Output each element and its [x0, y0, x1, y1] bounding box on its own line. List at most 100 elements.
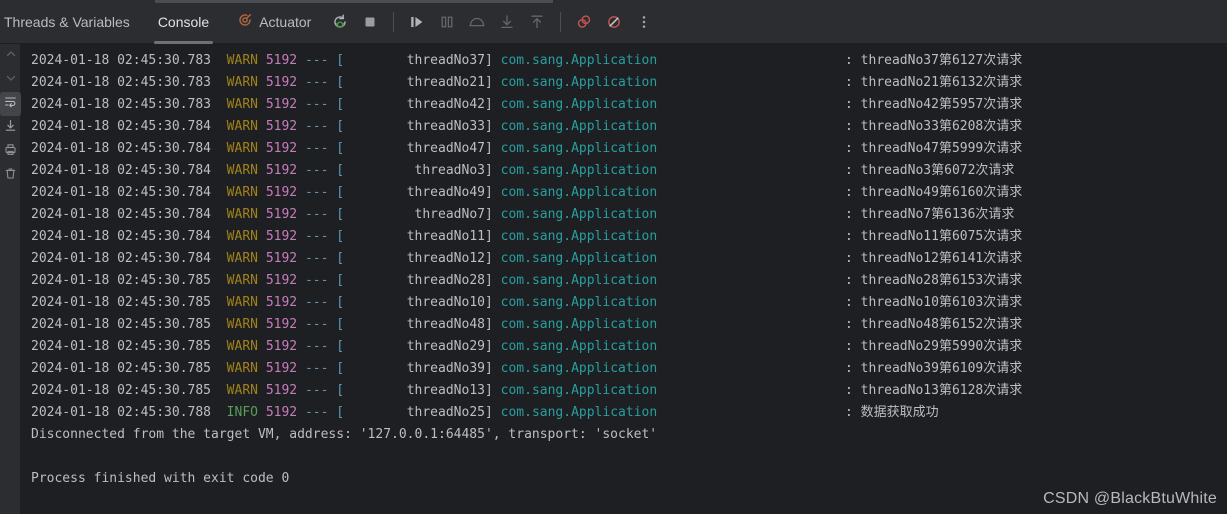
- rerun-with-debug-icon: [331, 13, 349, 31]
- console-log-line: 2024-01-18 02:45:30.784 WARN 5192 --- [ …: [31, 185, 1023, 200]
- log-message: threadNo33第6208次请求: [860, 119, 1023, 134]
- console-log-line: 2024-01-18 02:45:30.785 WARN 5192 --- [ …: [31, 339, 1023, 354]
- rerun-button[interactable]: [327, 9, 353, 35]
- log-thread: threadNo10]: [344, 295, 493, 310]
- log-level: WARN: [226, 141, 258, 156]
- log-level: WARN: [226, 295, 258, 310]
- gutter-scroll-to-end[interactable]: [0, 116, 21, 140]
- chevron-down-icon: [5, 71, 17, 89]
- scroll-to-end-icon: [4, 119, 17, 137]
- gutter-scroll-up[interactable]: [0, 44, 21, 68]
- log-timestamp: 2024-01-18 02:45:30.785: [31, 339, 212, 354]
- log-separator: ---: [304, 97, 329, 112]
- log-thread: threadNo49]: [344, 185, 493, 200]
- log-logger: com.sang.Application: [500, 141, 846, 156]
- console-log-line: 2024-01-18 02:45:30.784 WARN 5192 --- [ …: [31, 207, 1015, 222]
- log-level: WARN: [226, 229, 258, 244]
- gutter-print[interactable]: [0, 140, 21, 164]
- log-thread: threadNo11]: [344, 229, 493, 244]
- log-timestamp: 2024-01-18 02:45:30.785: [31, 317, 212, 332]
- log-thread: threadNo28]: [344, 273, 493, 288]
- log-message: threadNo37第6127次请求: [860, 53, 1023, 68]
- mute-breakpoints-icon: [605, 13, 623, 31]
- console-output-panel[interactable]: 2024-01-18 02:45:30.783 WARN 5192 --- [ …: [21, 44, 1227, 514]
- log-pid: 5192: [265, 361, 298, 376]
- log-message: threadNo29第5990次请求: [860, 339, 1023, 354]
- log-message: threadNo47第5999次请求: [860, 141, 1023, 156]
- log-thread: threadNo7]: [344, 207, 493, 222]
- stop-button[interactable]: [357, 9, 383, 35]
- log-thread: threadNo39]: [344, 361, 493, 376]
- console-log-line: 2024-01-18 02:45:30.783 WARN 5192 --- [ …: [31, 97, 1023, 112]
- log-message: threadNo28第6153次请求: [860, 273, 1023, 288]
- step-out-button[interactable]: [524, 9, 550, 35]
- gutter-soft-wrap[interactable]: [0, 92, 21, 116]
- view-breakpoints-button[interactable]: [571, 9, 597, 35]
- log-message: threadNo42第5957次请求: [860, 97, 1023, 112]
- mute-breakpoints-button[interactable]: [601, 9, 627, 35]
- debug-tool-window: Threads & Variables Console Actuator 202…: [0, 0, 1227, 514]
- step-over-button[interactable]: [464, 9, 490, 35]
- resume-program-button[interactable]: [404, 9, 430, 35]
- log-level: WARN: [226, 97, 258, 112]
- log-separator: ---: [304, 361, 329, 376]
- log-pid: 5192: [265, 163, 298, 178]
- tab-label: Actuator: [259, 13, 312, 30]
- log-level: WARN: [226, 251, 258, 266]
- log-level: WARN: [226, 339, 258, 354]
- step-out-icon: [528, 13, 546, 31]
- step-into-button[interactable]: [494, 9, 520, 35]
- log-message: threadNo12第6141次请求: [860, 251, 1023, 266]
- log-separator: ---: [304, 383, 329, 398]
- log-logger: com.sang.Application: [500, 53, 846, 68]
- log-level: WARN: [226, 383, 258, 398]
- more-options-button[interactable]: [631, 9, 657, 35]
- log-pid: 5192: [265, 141, 298, 156]
- tab-label: Console: [157, 13, 210, 30]
- step-over-icon: [467, 13, 487, 31]
- tab-console[interactable]: Console: [144, 0, 223, 44]
- log-timestamp: 2024-01-18 02:45:30.785: [31, 295, 212, 310]
- log-pid: 5192: [265, 251, 298, 266]
- tab-label: Threads & Variables: [4, 13, 130, 30]
- log-separator: ---: [304, 251, 329, 266]
- gutter-scroll-down[interactable]: [0, 68, 21, 92]
- log-message: threadNo13第6128次请求: [860, 383, 1023, 398]
- console-log-line: 2024-01-18 02:45:30.783 WARN 5192 --- [ …: [31, 53, 1023, 68]
- log-thread: threadNo48]: [344, 317, 493, 332]
- log-logger: com.sang.Application: [500, 229, 846, 244]
- log-message: threadNo10第6103次请求: [860, 295, 1023, 310]
- more-vertical-icon: [636, 14, 652, 30]
- console-lines: 2024-01-18 02:45:30.783 WARN 5192 --- [ …: [21, 44, 1227, 490]
- log-thread: threadNo3]: [344, 163, 493, 178]
- log-message: threadNo3第6072次请求: [860, 163, 1015, 178]
- pause-icon: [438, 13, 456, 31]
- log-timestamp: 2024-01-18 02:45:30.784: [31, 207, 212, 222]
- watermark: CSDN @BlackBtuWhite: [1043, 490, 1217, 507]
- gutter-clear-all[interactable]: [0, 164, 21, 188]
- log-thread: threadNo42]: [344, 97, 493, 112]
- log-pid: 5192: [265, 339, 298, 354]
- log-logger: com.sang.Application: [500, 185, 846, 200]
- log-timestamp: 2024-01-18 02:45:30.785: [31, 383, 212, 398]
- resume-icon: [408, 13, 426, 31]
- log-message: threadNo21第6132次请求: [860, 75, 1023, 90]
- log-message: threadNo7第6136次请求: [860, 207, 1015, 222]
- tab-threads-and-variables[interactable]: Threads & Variables: [0, 0, 144, 44]
- log-message: 数据获取成功: [860, 405, 939, 420]
- log-timestamp: 2024-01-18 02:45:30.784: [31, 163, 212, 178]
- log-pid: 5192: [265, 97, 298, 112]
- step-into-icon: [498, 13, 516, 31]
- console-text: Process finished with exit code 0: [31, 471, 290, 486]
- pause-program-button[interactable]: [434, 9, 460, 35]
- log-pid: 5192: [265, 207, 298, 222]
- log-pid: 5192: [265, 405, 298, 420]
- tab-actuator[interactable]: Actuator: [223, 0, 325, 44]
- log-thread: threadNo25]: [344, 405, 493, 420]
- log-separator: ---: [304, 163, 329, 178]
- actuator-icon: [237, 12, 253, 31]
- toolbar-divider-2: [560, 11, 562, 32]
- console-log-line: 2024-01-18 02:45:30.784 WARN 5192 --- [ …: [31, 229, 1023, 244]
- log-logger: com.sang.Application: [500, 273, 846, 288]
